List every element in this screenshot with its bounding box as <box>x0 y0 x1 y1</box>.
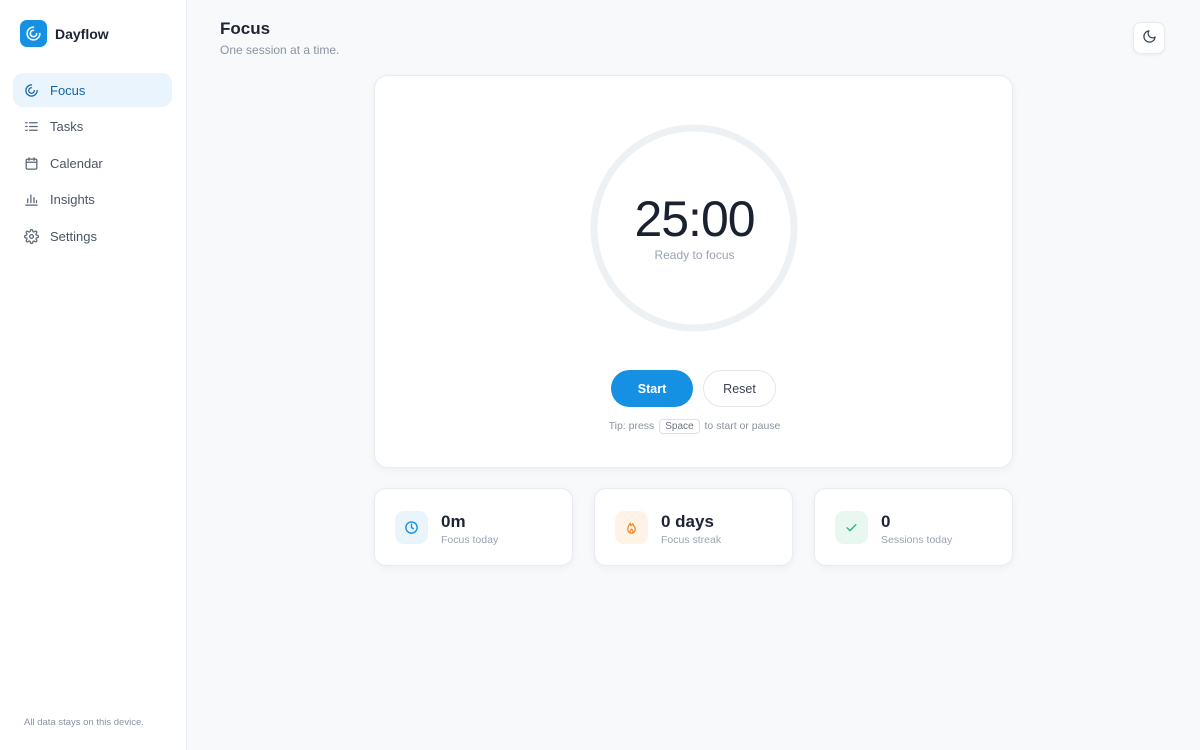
timer-card: 25:00 Ready to focus Start Reset Tip: pr… <box>374 75 1013 468</box>
stat-card-sessions-today: 0 Sessions today <box>814 488 1013 566</box>
timer-display: 25:00 <box>634 191 755 247</box>
main-content: Focus One session at a time. 25:00 Ready… <box>187 0 1200 750</box>
timer-status: Ready to focus <box>654 248 735 262</box>
sidebar-item-label: Focus <box>50 82 86 98</box>
sidebar-item-label: Settings <box>50 228 97 244</box>
dayflow-logo-icon <box>20 20 47 47</box>
check-icon <box>835 511 868 544</box>
sidebar-item-tasks[interactable]: Tasks <box>13 110 172 144</box>
sidebar-item-label: Insights <box>50 192 95 208</box>
space-key-badge: Space <box>659 419 700 434</box>
page-subtitle: One session at a time. <box>220 43 340 57</box>
stat-value: 0m <box>441 512 466 531</box>
stat-value: 0 days <box>661 512 714 531</box>
stat-value: 0 <box>881 512 891 531</box>
bar-chart-icon <box>23 192 39 208</box>
tip-suffix: to start or pause <box>704 420 781 432</box>
reset-button[interactable]: Reset <box>703 370 776 407</box>
calendar-icon <box>23 155 39 171</box>
tip-prefix: Tip: press <box>608 420 655 432</box>
sidebar-item-insights[interactable]: Insights <box>13 183 172 217</box>
gear-icon <box>23 228 39 244</box>
moon-icon <box>1142 29 1157 47</box>
brand: Dayflow <box>0 0 186 47</box>
stat-card-focus-today: 0m Focus today <box>374 488 573 566</box>
sidebar: Dayflow Focus Tasks Calendar Insights Se… <box>0 0 187 750</box>
clock-icon <box>395 511 428 544</box>
theme-toggle-button[interactable] <box>1133 22 1165 54</box>
sidebar-item-label: Calendar <box>50 155 103 171</box>
stat-card-focus-streak: 0 days Focus streak <box>594 488 793 566</box>
page-title: Focus <box>220 19 271 38</box>
sidebar-item-label: Tasks <box>50 119 84 135</box>
stat-label: Focus streak <box>661 534 722 546</box>
stat-label: Focus today <box>441 534 499 546</box>
sidebar-item-focus[interactable]: Focus <box>13 73 172 107</box>
tasks-icon <box>23 119 39 135</box>
sidebar-item-settings[interactable]: Settings <box>13 219 172 253</box>
start-button[interactable]: Start <box>611 370 693 407</box>
sidebar-nav: Focus Tasks Calendar Insights Settings <box>0 73 186 253</box>
stat-label: Sessions today <box>881 534 953 546</box>
flame-icon <box>615 511 648 544</box>
app-name: Dayflow <box>55 25 109 42</box>
focus-icon <box>23 82 39 98</box>
sidebar-footer-note: All data stays on this device. <box>24 717 144 728</box>
sidebar-item-calendar[interactable]: Calendar <box>13 146 172 180</box>
keyboard-tip: Tip: press Space to start or pause <box>375 419 1014 434</box>
